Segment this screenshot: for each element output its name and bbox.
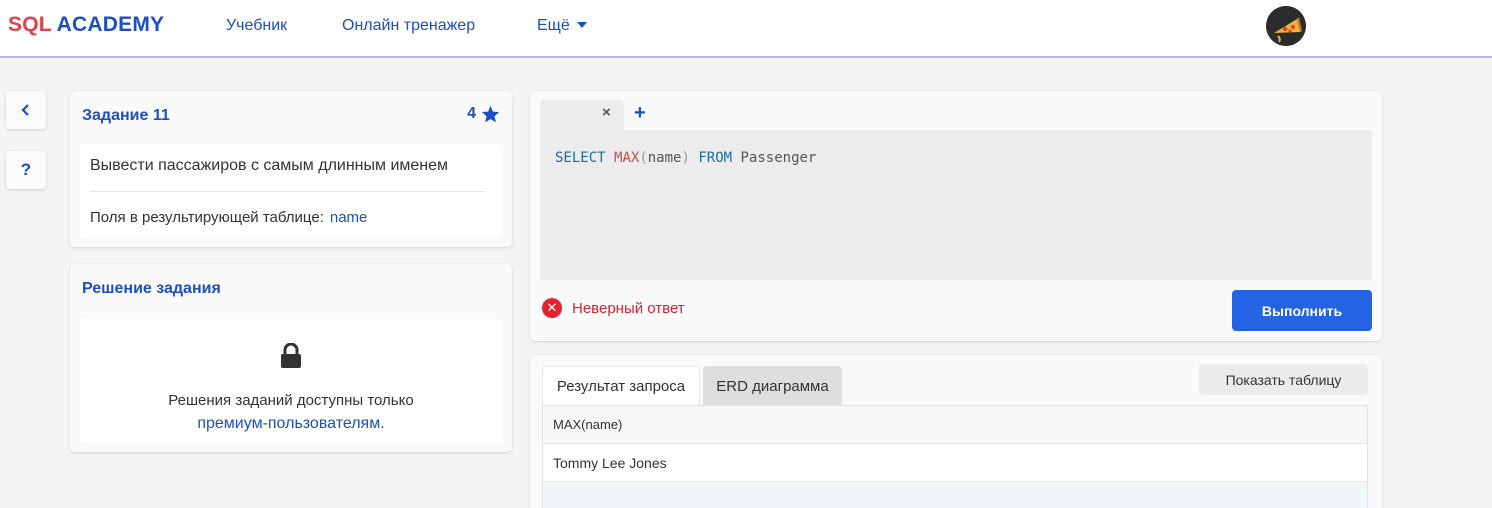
task-body: Вывести пассажиров с самым длинным имене… bbox=[80, 145, 502, 238]
caret-down-icon bbox=[576, 22, 587, 28]
help-button[interactable]: ? bbox=[6, 151, 46, 189]
fields-label: Поля в результирующей таблице: bbox=[90, 209, 324, 226]
premium-link[interactable]: премиум-пользователям. bbox=[80, 412, 502, 435]
result-table: MAX(name) Tommy Lee Jones bbox=[542, 405, 1368, 508]
lock-icon bbox=[281, 343, 301, 368]
show-table-button[interactable]: Показать таблицу bbox=[1199, 364, 1368, 395]
nav-more-label: Ещё bbox=[537, 17, 570, 34]
locked-message: Решения заданий доступны только премиум-… bbox=[80, 389, 502, 435]
editor-tab[interactable]: × bbox=[540, 100, 624, 131]
task-title: Задание 11 bbox=[82, 107, 170, 124]
nav-textbook[interactable]: Учебник bbox=[226, 17, 287, 35]
editor-card: × + SELECT MAX(name) FROM Passenger ✕ Не… bbox=[530, 91, 1382, 341]
code-from: FROM bbox=[698, 150, 733, 166]
logo[interactable]: SQL ACADEMY bbox=[8, 13, 164, 37]
table-header: MAX(name) bbox=[543, 406, 1367, 444]
divider bbox=[90, 191, 484, 192]
code-select: SELECT bbox=[555, 150, 606, 166]
nav-trainer[interactable]: Онлайн тренажер bbox=[342, 17, 475, 35]
column-header: MAX(name) bbox=[553, 417, 623, 432]
status-text: Неверный ответ bbox=[572, 299, 685, 317]
logo-academy: ACADEMY bbox=[56, 13, 165, 36]
code-open-paren: ( bbox=[639, 150, 648, 166]
run-button[interactable]: Выполнить bbox=[1232, 290, 1372, 331]
pizza-avatar-icon bbox=[1266, 6, 1306, 46]
tab-query-result[interactable]: Результат запроса bbox=[542, 366, 700, 406]
task-score: 4 bbox=[467, 105, 500, 123]
sql-editor[interactable]: SELECT MAX(name) FROM Passenger bbox=[540, 130, 1372, 280]
star-icon bbox=[481, 105, 500, 123]
nav-more[interactable]: Ещё bbox=[537, 17, 587, 35]
fields-value: name bbox=[329, 209, 368, 226]
error-icon: ✕ bbox=[542, 298, 562, 318]
code-max: MAX bbox=[614, 150, 640, 166]
table-row-empty bbox=[543, 482, 1367, 508]
chevron-left-icon bbox=[21, 104, 29, 116]
task-score-value: 4 bbox=[467, 105, 476, 122]
add-tab-button[interactable]: + bbox=[634, 102, 646, 125]
user-avatar[interactable] bbox=[1266, 6, 1306, 46]
tab-erd-diagram[interactable]: ERD диаграмма bbox=[703, 366, 842, 406]
task-description: Вывести пассажиров с самым длинным имене… bbox=[90, 157, 449, 174]
help-icon: ? bbox=[20, 160, 32, 179]
table-row: Tommy Lee Jones bbox=[543, 444, 1367, 482]
code-table: Passenger bbox=[740, 150, 817, 166]
locked-text: Решения заданий доступны только bbox=[168, 392, 414, 409]
solution-body: Решения заданий доступны только премиум-… bbox=[80, 319, 502, 443]
task-card: Задание 11 4 Вывести пассажиров с самым … bbox=[70, 91, 512, 247]
solution-title: Решение задания bbox=[82, 280, 221, 297]
back-button[interactable] bbox=[6, 91, 46, 129]
table-cell: Tommy Lee Jones bbox=[553, 454, 667, 471]
close-tab-icon[interactable]: × bbox=[602, 104, 611, 121]
answer-status: ✕ Неверный ответ bbox=[542, 298, 685, 318]
code-close-paren: ) bbox=[681, 150, 690, 166]
top-header: SQL ACADEMY Учебник Онлайн тренажер Ещё bbox=[0, 0, 1492, 58]
solution-card: Решение задания Решения заданий доступны… bbox=[70, 264, 512, 452]
results-card: Результат запроса ERD диаграмма Показать… bbox=[530, 355, 1382, 508]
logo-sql: SQL bbox=[8, 13, 52, 36]
code-arg: name bbox=[647, 150, 682, 166]
result-fields: Поля в результирующей таблице: name bbox=[90, 209, 367, 226]
